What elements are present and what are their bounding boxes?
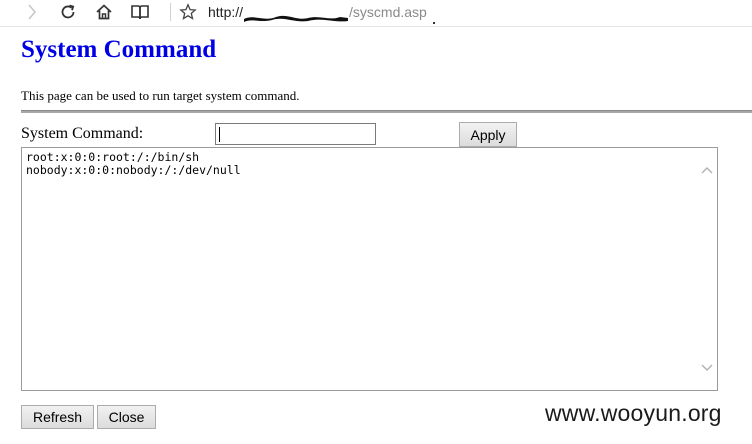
toolbar-separator — [170, 3, 171, 21]
refresh-button[interactable]: Refresh — [21, 405, 94, 429]
forward-icon[interactable] — [18, 0, 46, 24]
apply-button[interactable]: Apply — [459, 122, 517, 147]
page-description: This page can be used to run target syst… — [21, 88, 300, 103]
command-label: System Command: — [21, 125, 144, 142]
home-icon[interactable] — [90, 0, 118, 24]
reading-view-icon[interactable] — [126, 0, 154, 24]
refresh-icon[interactable] — [54, 0, 82, 24]
text-caret — [219, 127, 220, 142]
url-path: /syscmd.asp — [349, 4, 427, 20]
browser-toolbar: http:// /syscmd.asp — [0, 0, 752, 27]
address-bar[interactable]: http:// /syscmd.asp — [208, 1, 427, 23]
close-button[interactable]: Close — [97, 405, 156, 429]
scroll-down-icon[interactable] — [698, 360, 716, 376]
redacted-host-mark — [244, 7, 349, 23]
scroll-up-icon[interactable] — [698, 162, 716, 178]
address-dot — [433, 22, 435, 24]
watermark: www.wooyun.org — [545, 400, 722, 426]
favorite-star-icon[interactable] — [174, 0, 202, 24]
divider — [21, 110, 752, 113]
output-line: nobody:x:0:0:nobody:/:/dev/null — [26, 163, 241, 177]
page-title: System Command — [21, 36, 217, 63]
command-input[interactable] — [215, 123, 376, 145]
url-scheme: http:// — [208, 4, 244, 20]
command-output[interactable]: root:x:0:0:root:/:/bin/sh nobody:x:0:0:n… — [21, 147, 718, 391]
